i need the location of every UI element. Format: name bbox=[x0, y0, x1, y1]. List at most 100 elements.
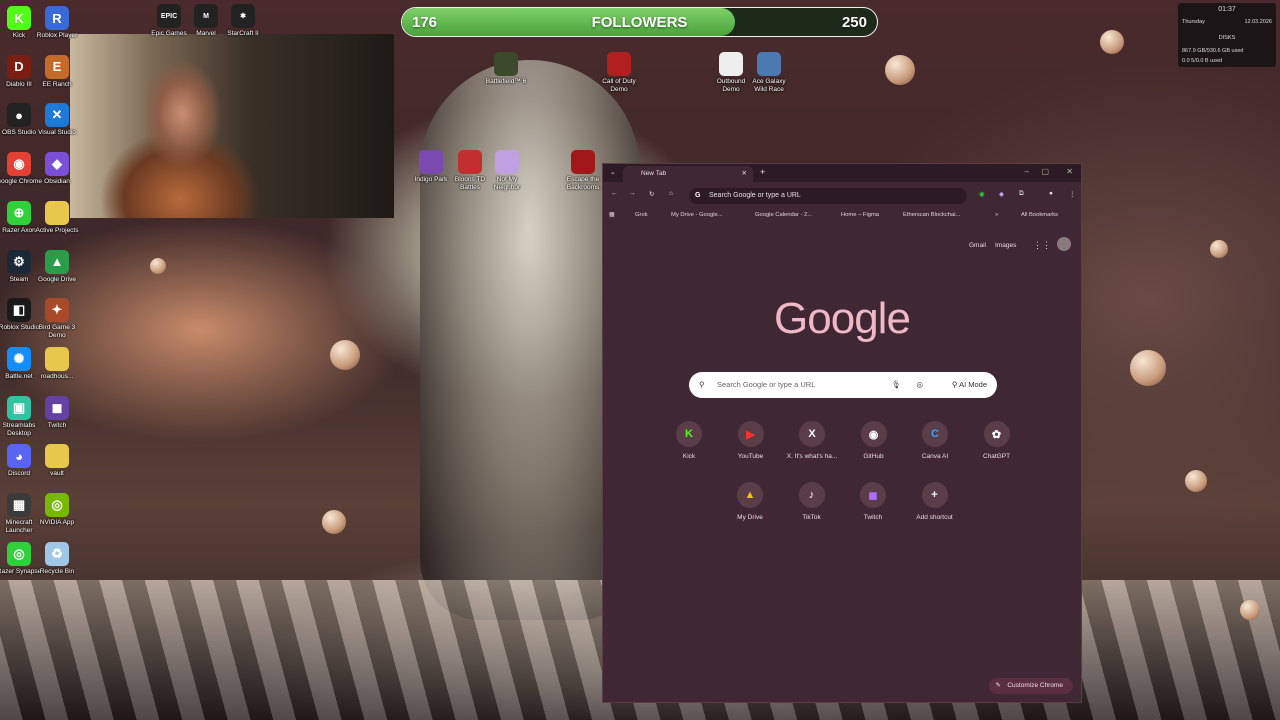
bloons-icon bbox=[458, 150, 482, 174]
desktop-icon-ace-galaxy-wild-race[interactable]: Ace Galaxy Wild Race bbox=[746, 52, 792, 94]
desktop-icon-google-drive[interactable]: ▲ Google Drive bbox=[34, 249, 80, 284]
shortcut-twitch[interactable]: ◼ Twitch bbox=[843, 482, 903, 521]
tab-close-icon[interactable]: ✕ bbox=[742, 166, 747, 182]
bookmarks-overflow-icon[interactable]: » bbox=[995, 212, 998, 218]
tab-new-tab[interactable]: New Tab ✕ bbox=[623, 166, 753, 182]
google-g-icon: G bbox=[695, 192, 701, 199]
desktop-icon-label: NVIDIA App bbox=[39, 519, 75, 526]
menu-kebab-icon[interactable]: ⋮ bbox=[1069, 190, 1076, 198]
tab-strip: ⌄ New Tab ✕ + – ▢ ✕ bbox=[603, 164, 1081, 182]
folder-icon bbox=[45, 346, 69, 371]
desktop-icon-label: roadhous... bbox=[40, 372, 74, 380]
desktop-icon-escape-the-backrooms[interactable]: Escape the Backrooms bbox=[560, 150, 606, 192]
lens-icon[interactable]: ◎ bbox=[916, 372, 923, 398]
bookmark-item[interactable]: Google Calendar - 2... bbox=[755, 212, 812, 218]
ai-mode-button[interactable]: ⚲ AI Mode bbox=[952, 372, 987, 398]
desktop-icon-label: Not My Neighbor bbox=[493, 176, 521, 191]
minimize-button[interactable]: – bbox=[1025, 167, 1029, 176]
profile-avatar-icon[interactable]: ● bbox=[1049, 190, 1053, 197]
customize-label: Customize Chrome bbox=[1007, 682, 1063, 689]
desktop-icon-label: Google Drive bbox=[38, 275, 76, 283]
maximize-button[interactable]: ▢ bbox=[1041, 167, 1049, 176]
shortcut-github[interactable]: ◉ GitHub bbox=[844, 421, 904, 460]
starcraft-icon: ✱ bbox=[231, 4, 255, 28]
indigo-park-icon bbox=[419, 150, 443, 174]
follower-goal-bar: 176 FOLLOWERS 250 bbox=[401, 7, 878, 37]
back-button[interactable]: ← bbox=[611, 190, 618, 197]
plus-icon: + bbox=[921, 482, 948, 508]
tab-search-icon[interactable]: ⌄ bbox=[610, 168, 615, 176]
shortcut-my-drive[interactable]: ▲ My Drive bbox=[720, 482, 780, 521]
bird-game-icon: ✦ bbox=[45, 298, 69, 323]
ace-galaxy-icon bbox=[757, 52, 781, 76]
streamlabs-icon: ▣ bbox=[7, 395, 31, 420]
bookmark-item[interactable]: Grok bbox=[635, 212, 648, 218]
desktop-icon-roblox-player[interactable]: R Roblox Player bbox=[34, 6, 80, 40]
desktop-icon-vault[interactable]: vault bbox=[34, 444, 80, 478]
desktop-icon-recycle-bin[interactable]: ♻ Recycle Bin bbox=[34, 541, 80, 576]
shortcut-canva-ai[interactable]: C Canva AI bbox=[905, 421, 965, 460]
shortcut-label: ChatGPT bbox=[982, 453, 1011, 460]
shortcut-x-it-s-what-s-ha[interactable]: X X. It's what's ha... bbox=[782, 421, 842, 460]
shortcut-kick[interactable]: K Kick bbox=[659, 421, 719, 460]
disk-d-usage: 0.0 5/0.0 B used bbox=[1182, 58, 1223, 64]
desktop-icon-call-of-duty-demo[interactable]: Call of Duty Demo bbox=[596, 52, 642, 94]
home-button[interactable]: ⌂ bbox=[669, 190, 673, 197]
all-bookmarks[interactable]: All Bookmarks bbox=[1021, 212, 1058, 218]
shortcut-label: Twitch bbox=[863, 514, 883, 521]
wallpaper-sphere bbox=[1240, 600, 1260, 620]
shortcut-chatgpt[interactable]: ✿ ChatGPT bbox=[967, 421, 1027, 460]
forward-button[interactable]: → bbox=[629, 190, 636, 197]
desktop-icon-bird-game-3-demo[interactable]: ✦ Bird Game 3 Demo bbox=[34, 298, 80, 340]
pencil-icon: ✎ bbox=[995, 682, 1001, 689]
new-tab-button[interactable]: + bbox=[760, 167, 765, 177]
desktop-icon-label: Roblox Player bbox=[36, 32, 78, 39]
desktop-icon-starcraft-ii[interactable]: ✱ StarCraft II bbox=[220, 4, 266, 38]
desktop-icon-ee-ranch[interactable]: E EE Ranch bbox=[34, 54, 80, 89]
discord-icon: ◕ bbox=[7, 444, 31, 469]
chrome-window[interactable]: ⌄ New Tab ✕ + – ▢ ✕ ← → ↻ ⌂ G Search Goo… bbox=[602, 163, 1082, 703]
desktop-icon-visual-studio[interactable]: ✕ Visual Studio bbox=[34, 103, 80, 137]
extension-icon[interactable]: ◆ bbox=[999, 190, 1004, 198]
bookmark-item[interactable]: Etherscan Blockchai... bbox=[903, 212, 960, 218]
drive-icon: ▲ bbox=[737, 482, 763, 508]
twitch-icon: ◼ bbox=[860, 482, 886, 508]
folder-icon bbox=[45, 200, 69, 225]
desktop-icon-roadhous-[interactable]: roadhous... bbox=[34, 346, 80, 381]
omnibox[interactable]: G Search Google or type a URL bbox=[689, 188, 967, 204]
steam-icon: ⚙ bbox=[7, 249, 31, 274]
close-window-button[interactable]: ✕ bbox=[1066, 167, 1073, 176]
customize-chrome-button[interactable]: ✎ Customize Chrome bbox=[989, 678, 1073, 694]
recycle-bin-icon: ♻ bbox=[45, 541, 69, 566]
images-link[interactable]: Images bbox=[995, 242, 1016, 249]
drive-icon: ▲ bbox=[45, 249, 69, 274]
voice-search-icon[interactable]: 🎙 bbox=[891, 372, 901, 398]
desktop-icon-twitch[interactable]: ◼ Twitch bbox=[34, 395, 80, 430]
shortcut-tiktok[interactable]: ♪ TikTok bbox=[782, 482, 842, 521]
desktop-icon-battlefield-6[interactable]: Battlefield™ 6 bbox=[483, 52, 529, 86]
ai-mode-label: AI Mode bbox=[959, 380, 987, 389]
desktop-icon-nvidia-app[interactable]: ◎ NVIDIA App bbox=[34, 493, 80, 527]
desktop-icon-label: StarCraft II bbox=[227, 30, 259, 37]
desktop-icon-not-my-neighbor[interactable]: Not My Neighbor bbox=[484, 150, 530, 192]
extension-icon[interactable]: ◉ bbox=[979, 190, 985, 198]
account-avatar[interactable] bbox=[1057, 237, 1071, 251]
shortcut-add-shortcut[interactable]: + Add shortcut bbox=[905, 482, 965, 521]
desktop-icon-obsidian[interactable]: ◆ Obsidian bbox=[34, 152, 80, 186]
shortcut-youtube[interactable]: ▶ YouTube bbox=[721, 421, 781, 460]
shortcut-label: Add shortcut bbox=[916, 514, 953, 521]
google-logo: Google bbox=[774, 294, 911, 343]
bookmark-item[interactable]: Home – Figma bbox=[841, 212, 879, 218]
desktop-icon-label: EE Ranch bbox=[42, 80, 72, 88]
desktop-icon-label: Battlefield™ 6 bbox=[485, 78, 527, 85]
chrome-icon: ◉ bbox=[7, 152, 31, 177]
gmail-link[interactable]: Gmail bbox=[969, 242, 986, 249]
tab-title: New Tab bbox=[641, 170, 667, 177]
extensions-puzzle-icon[interactable]: ⧉ bbox=[1019, 190, 1024, 198]
search-box[interactable]: ⚲ Search Google or type a URL 🎙 ◎ ⚲ AI M… bbox=[689, 372, 997, 398]
desktop-icon-active-projects[interactable]: Active Projects bbox=[34, 200, 80, 235]
reload-button[interactable]: ↻ bbox=[649, 190, 654, 198]
apps-grid-icon[interactable]: ▦ bbox=[609, 212, 614, 218]
google-apps-icon[interactable]: ⋮⋮ bbox=[1033, 240, 1051, 251]
bookmark-item[interactable]: My Drive - Google... bbox=[671, 212, 723, 218]
